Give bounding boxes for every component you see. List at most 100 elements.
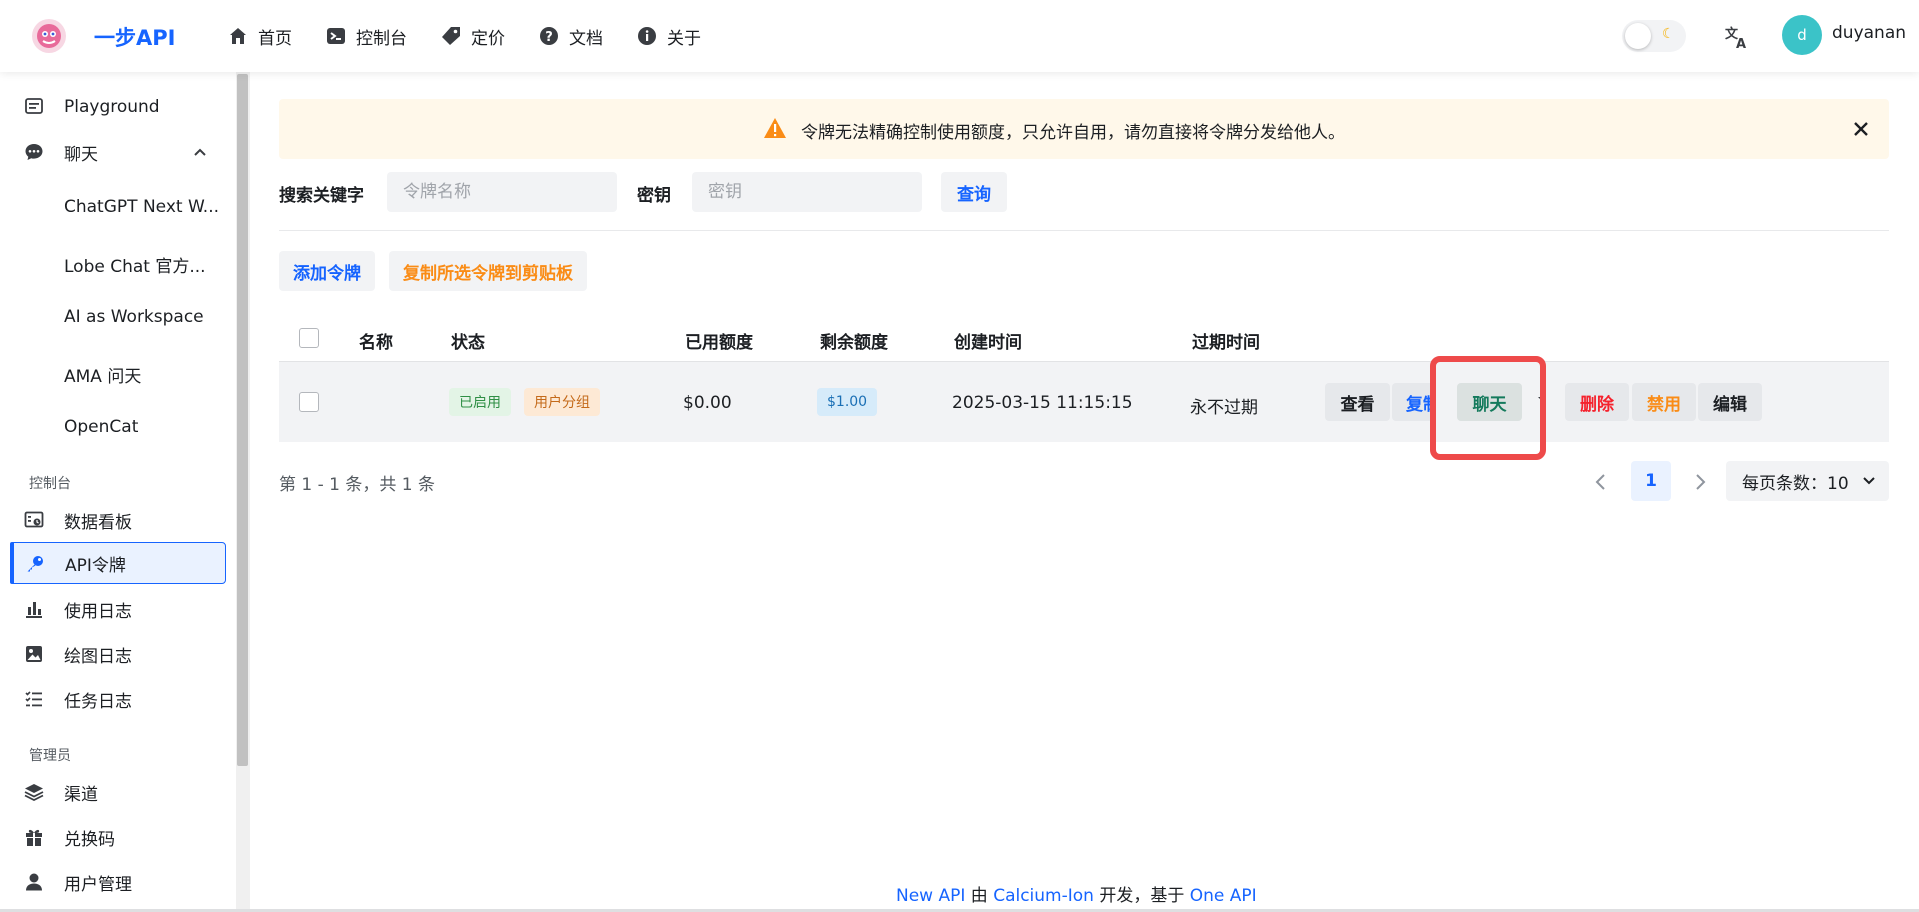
chat-box-icon	[25, 98, 43, 114]
page-size-label: 每页条数：10	[1742, 473, 1849, 494]
sidebar-group-admin: 管理员	[29, 748, 71, 764]
home-icon	[230, 28, 246, 44]
sidebar-item-label: API令牌	[65, 555, 126, 576]
sidebar-subitem-ai-workspace[interactable]: AI as Workspace	[64, 307, 204, 327]
footer-link-calcium-ion[interactable]: Calcium-Ion	[993, 886, 1094, 906]
sidebar-item-label: 用户管理	[64, 874, 132, 895]
sidebar-item-label: Playground	[64, 97, 160, 117]
divider	[279, 230, 1889, 231]
terminal-icon	[327, 28, 345, 44]
row-checkbox[interactable]	[299, 392, 319, 412]
nav-docs[interactable]: ? 文档	[539, 0, 603, 72]
col-remaining-quota: 剩余额度	[820, 333, 888, 353]
sidebar-subitem-lobe-chat[interactable]: Lobe Chat 官方...	[64, 252, 206, 277]
nav-home[interactable]: 首页	[228, 0, 292, 72]
warning-icon	[764, 118, 786, 138]
nav-console[interactable]: 控制台	[326, 0, 407, 72]
nav-about[interactable]: 关于	[637, 0, 701, 72]
sidebar-item-usage-log[interactable]: 使用日志	[10, 588, 226, 630]
sidebar-item-label: 数据看板	[64, 512, 132, 533]
page-size-select[interactable]: 每页条数：10	[1726, 461, 1889, 501]
theme-toggle[interactable]: ☾	[1622, 20, 1686, 52]
footer-link-one-api[interactable]: One API	[1190, 886, 1257, 906]
avatar[interactable]: d	[1782, 15, 1822, 55]
secret-key-label: 密钥	[637, 186, 671, 206]
chevron-left-icon[interactable]	[1591, 472, 1611, 492]
sidebar-item-dashboard[interactable]: 数据看板	[10, 499, 226, 541]
page-current[interactable]: 1	[1631, 461, 1671, 501]
view-button[interactable]: 查看	[1325, 383, 1390, 421]
toggle-knob	[1625, 23, 1651, 49]
sidebar-subitem-ama[interactable]: AMA 问天	[64, 362, 141, 387]
info-circle-icon	[638, 27, 656, 45]
query-button[interactable]: 查询	[941, 172, 1007, 212]
user-icon	[26, 873, 42, 891]
copy-selected-tokens-button[interactable]: 复制所选令牌到剪贴板	[389, 251, 587, 291]
active-indicator	[10, 542, 14, 584]
sidebar-item-user-management[interactable]: 用户管理	[10, 861, 226, 903]
chevron-right-icon[interactable]	[1690, 472, 1710, 492]
nav-docs-label: 文档	[569, 28, 603, 49]
warning-banner: 令牌无法精确控制使用额度，只允许自用，请勿直接将令牌分发给他人。	[279, 99, 1889, 159]
sidebar-scrollbar-thumb[interactable]	[237, 74, 248, 766]
pagination-info: 第 1 - 1 条，共 1 条	[279, 475, 436, 495]
nav-pricing[interactable]: 定价	[441, 0, 505, 72]
sidebar: Playground 聊天 ChatGPT Next W... Lobe Cha…	[0, 72, 250, 912]
close-icon[interactable]	[1849, 117, 1873, 141]
delete-button[interactable]: 删除	[1565, 383, 1629, 421]
token-name-input[interactable]	[387, 172, 617, 212]
select-all-checkbox[interactable]	[299, 328, 319, 348]
sidebar-item-task-log[interactable]: 任务日志	[10, 678, 226, 720]
status-badge-user-group: 用户分组	[524, 388, 600, 416]
nav-about-label: 关于	[667, 28, 701, 49]
help-circle-icon: ?	[540, 27, 558, 45]
main-nav: 首页 控制台 定价 ? 文档 关于	[228, 0, 735, 72]
sidebar-subitem-opencat[interactable]: OpenCat	[64, 417, 138, 437]
footer-text: 由	[965, 886, 994, 906]
used-quota-value: $0.00	[683, 393, 732, 413]
sidebar-item-chat[interactable]: 聊天	[10, 131, 226, 173]
secret-key-input[interactable]	[692, 172, 922, 212]
footer: New API 由 Calcium-Ion 开发，基于 One API	[896, 881, 1257, 906]
nav-pricing-label: 定价	[471, 28, 505, 49]
brand-name[interactable]: 一步API	[94, 22, 175, 52]
sidebar-item-channels[interactable]: 渠道	[10, 771, 226, 813]
sidebar-item-api-token[interactable]: API令牌	[10, 542, 226, 584]
moon-icon: ☾	[1662, 26, 1675, 42]
sidebar-subitem-chatgpt-next[interactable]: ChatGPT Next W...	[64, 197, 219, 217]
svg-text:A: A	[1736, 37, 1746, 52]
nav-home-label: 首页	[258, 28, 292, 49]
sidebar-item-playground[interactable]: Playground	[10, 86, 226, 128]
brand-logo[interactable]	[30, 17, 68, 55]
username[interactable]: duyanan	[1832, 23, 1906, 43]
chevron-up-icon[interactable]	[192, 144, 208, 160]
task-list-icon	[25, 691, 42, 707]
sidebar-group-console: 控制台	[29, 476, 71, 492]
sidebar-item-drawing-log[interactable]: 绘图日志	[10, 633, 226, 675]
sidebar-item-label: 渠道	[64, 784, 98, 805]
sidebar-item-label: 兑换码	[64, 829, 115, 850]
col-expire-time: 过期时间	[1192, 333, 1260, 353]
footer-text: 开发，基于	[1093, 886, 1190, 906]
key-icon	[27, 556, 43, 572]
remaining-quota-badge: $1.00	[817, 388, 878, 416]
svg-text:?: ?	[545, 30, 553, 45]
edit-button[interactable]: 编辑	[1698, 383, 1762, 421]
image-icon	[26, 646, 42, 662]
col-used-quota: 已用额度	[685, 333, 753, 353]
footer-link-new-api[interactable]: New API	[896, 886, 965, 906]
sidebar-item-redeem-code[interactable]: 兑换码	[10, 816, 226, 858]
add-token-button[interactable]: 添加令牌	[279, 251, 375, 291]
disable-button[interactable]: 禁用	[1632, 383, 1696, 421]
highlight-box	[1430, 356, 1546, 460]
col-name: 名称	[359, 333, 393, 353]
created-time-value: 2025-03-15 11:15:15	[952, 393, 1133, 413]
col-status: 状态	[451, 333, 485, 353]
translate-icon[interactable]: 文 A	[1722, 22, 1752, 52]
sidebar-item-label: 聊天	[64, 144, 98, 165]
sidebar-item-label: 使用日志	[64, 601, 132, 622]
nav-console-label: 控制台	[356, 28, 407, 49]
price-tag-icon	[442, 27, 460, 45]
warning-text: 令牌无法精确控制使用额度，只允许自用，请勿直接将令牌分发给他人。	[801, 123, 1345, 143]
bar-chart-icon	[26, 602, 42, 618]
